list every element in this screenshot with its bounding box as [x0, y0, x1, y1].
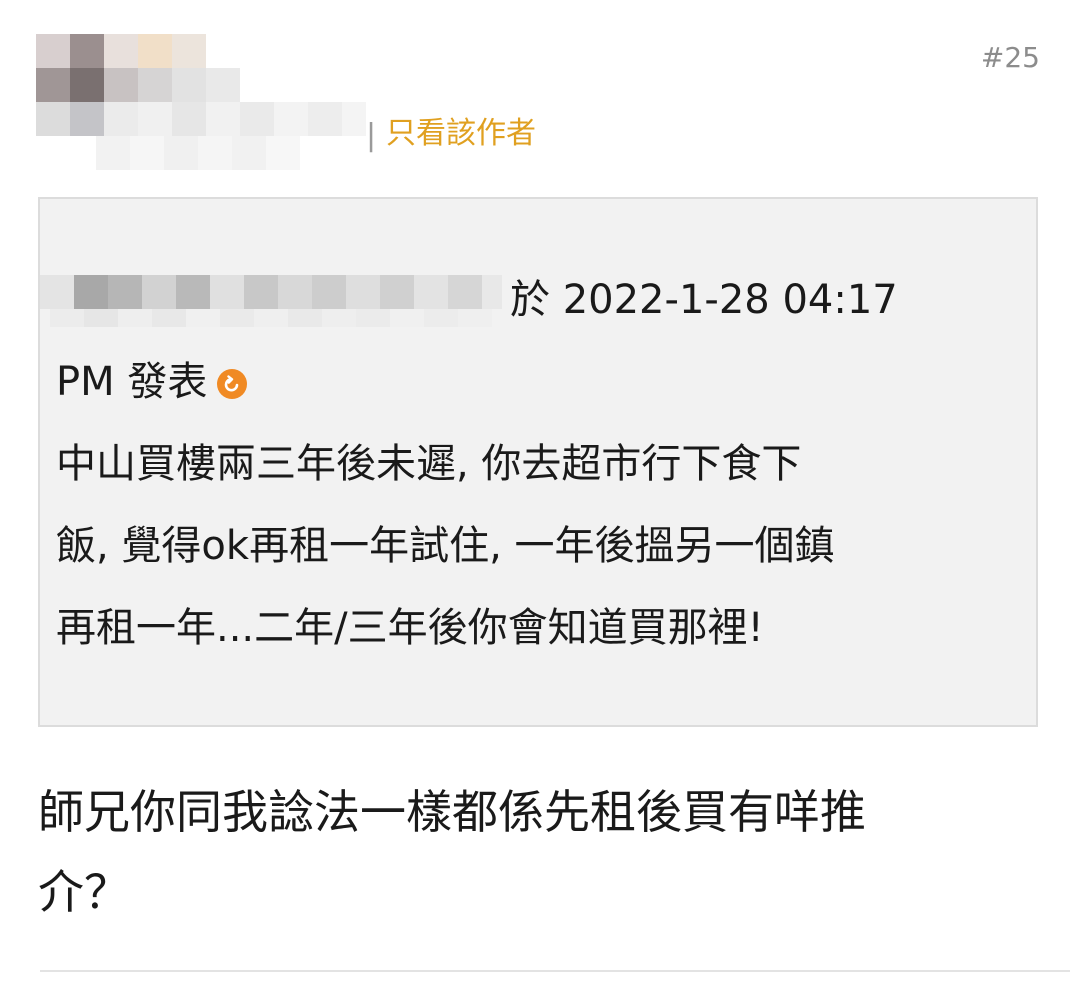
avatar[interactable] [36, 34, 366, 174]
header-separator: | [366, 118, 377, 153]
quote-posted-label: PM 發表 [56, 359, 208, 405]
quote-body-line: 中山買樓兩三年後未遲, 你去超市行下食下 [56, 441, 802, 487]
quote-body-line: 飯, 覺得ok再租一年試住, 一年後搵另一個鎮 [56, 523, 835, 569]
quote-meta-line2: PM 發表 [56, 355, 248, 409]
floor-number[interactable]: #25 [981, 40, 1040, 76]
quote-timestamp: 於 2022-1-28 04:17 [510, 277, 898, 323]
quoted-author-name [40, 269, 510, 329]
post-divider [40, 970, 1070, 972]
forum-post: | 只看該作者 #25 於 2022-1-28 04:17 PM 發表 中山買樓… [0, 0, 1080, 981]
reply-body-line: 師兄你同我諗法一樣都係先租後買有咩推 [38, 785, 866, 839]
only-view-author-link[interactable]: 只看該作者 [386, 114, 536, 154]
quote-box: 於 2022-1-28 04:17 PM 發表 中山買樓兩三年後未遲, 你去超市… [38, 197, 1038, 727]
quote-body-line: 再租一年...二年/三年後你會知道買那裡! [56, 605, 764, 651]
jump-to-post-icon[interactable] [217, 369, 248, 399]
reply-body-line: 介？ [38, 865, 130, 919]
